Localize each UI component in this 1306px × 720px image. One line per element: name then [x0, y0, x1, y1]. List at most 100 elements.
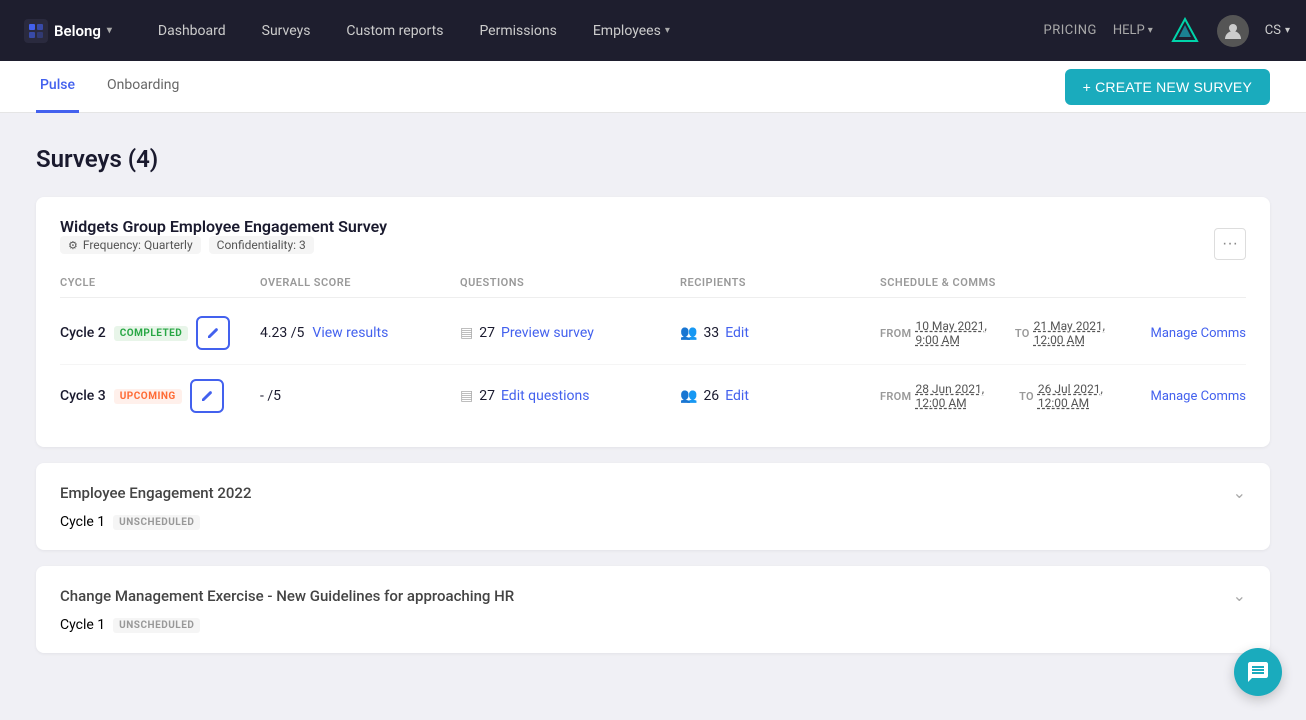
cycle-name-1: Cycle 2: [60, 325, 106, 341]
employees-chevron: ▾: [665, 25, 670, 36]
recipients-count-1: 33: [703, 325, 719, 341]
nav-pricing[interactable]: PRICING: [1044, 23, 1097, 38]
nav-dashboard[interactable]: Dashboard: [140, 0, 244, 61]
status-badge: UNSCHEDULED: [113, 618, 200, 633]
to-label-2: TO: [1019, 390, 1034, 403]
subtabs-left: Pulse Onboarding: [36, 61, 207, 113]
questions-icon-1: ▤: [460, 325, 473, 341]
questions-icon-2: ▤: [460, 388, 473, 404]
confidentiality-badge: Confidentiality: 3: [209, 236, 314, 254]
cycle-edit-button-2[interactable]: [190, 379, 224, 413]
page-title: Surveys (4): [36, 145, 1270, 173]
edit-questions-link[interactable]: Edit questions: [501, 388, 589, 404]
collapsed-cycle-label-3: Cycle 1: [60, 617, 105, 633]
to-label-1: TO: [1015, 327, 1030, 340]
brand-logo[interactable]: Belong ▾: [16, 19, 120, 43]
score-cell-2: - /5: [260, 388, 460, 404]
brand-chevron: ▾: [107, 25, 112, 36]
col-overall-score: OVERALL SCORE: [260, 276, 460, 289]
gear-icon: ⚙: [68, 239, 78, 252]
table-row: Cycle 2 COMPLETED 4.23 /5 View results ▤…: [60, 302, 1246, 365]
tab-onboarding[interactable]: Onboarding: [103, 61, 183, 113]
to-date-1[interactable]: 21 May 2021, 12:00 AM: [1034, 319, 1135, 347]
nav-logo-icon: [1169, 15, 1201, 47]
recipients-cell-1: 👥 33 Edit: [680, 325, 880, 341]
frequency-badge: ⚙ Frequency: Quarterly: [60, 236, 201, 254]
survey-card-1: Widgets Group Employee Engagement Survey…: [36, 197, 1270, 447]
main-content: Surveys (4) Widgets Group Employee Engag…: [0, 113, 1306, 701]
score-value-1: 4.23 /5: [260, 325, 304, 341]
survey-name-1: Widgets Group Employee Engagement Survey…: [60, 217, 387, 270]
collapsed-cycle-label-2: Cycle 1: [60, 514, 105, 530]
create-survey-button[interactable]: + CREATE NEW SURVEY: [1065, 69, 1270, 105]
cycle-cell-2: Cycle 3 UPCOMING: [60, 379, 260, 413]
recipients-count-2: 26: [703, 388, 719, 404]
navbar: Belong ▾ Dashboard Surveys Custom report…: [0, 0, 1306, 61]
questions-count-2: 27: [479, 388, 495, 404]
view-results-link[interactable]: View results: [312, 325, 388, 341]
status-badge: UPCOMING: [114, 389, 182, 404]
status-badge: COMPLETED: [114, 326, 189, 341]
preview-survey-link[interactable]: Preview survey: [501, 325, 594, 341]
survey-meta-1: ⚙ Frequency: Quarterly Confidentiality: …: [60, 236, 387, 254]
from-label-2: FROM: [880, 390, 911, 403]
brand-name: Belong: [54, 22, 101, 40]
collapsed-cycle-2: Cycle 1 UNSCHEDULED: [60, 514, 1246, 530]
questions-cell-1: ▤ 27 Preview survey: [460, 325, 680, 341]
frequency-text: Frequency: Quarterly: [83, 238, 193, 252]
nav-employees[interactable]: Employees ▾: [575, 0, 688, 61]
recipients-edit-link-2[interactable]: Edit: [725, 388, 749, 404]
survey-title-1: Widgets Group Employee Engagement Survey: [60, 217, 387, 236]
recipients-edit-link-1[interactable]: Edit: [725, 325, 749, 341]
col-schedule: SCHEDULE & COMMS: [880, 276, 1246, 289]
brand-icon: [24, 19, 48, 43]
nav-surveys[interactable]: Surveys: [244, 0, 329, 61]
cycle-cell-1: Cycle 2 COMPLETED: [60, 316, 260, 350]
survey-options-button[interactable]: ···: [1214, 228, 1246, 260]
nav-right: PRICING HELP ▾ CS ▾: [1044, 15, 1291, 47]
confidentiality-text: Confidentiality: 3: [217, 238, 306, 252]
questions-cell-2: ▤ 27 Edit questions: [460, 388, 680, 404]
chat-button[interactable]: [1234, 648, 1282, 696]
cycle-name-2: Cycle 3: [60, 388, 106, 404]
user-menu[interactable]: CS ▾: [1265, 23, 1290, 38]
collapsed-header-3: Change Management Exercise - New Guideli…: [60, 586, 1246, 605]
nav-help[interactable]: HELP ▾: [1113, 23, 1153, 38]
survey-card-2: Employee Engagement 2022 ⌄ Cycle 1 UNSCH…: [36, 463, 1270, 550]
recipients-icon-1: 👥: [680, 325, 697, 341]
col-cycle: CYCLE: [60, 276, 260, 289]
collapsed-cycle-3: Cycle 1 UNSCHEDULED: [60, 617, 1246, 633]
to-date-2[interactable]: 26 Jul 2021, 12:00 AM: [1038, 382, 1135, 410]
schedule-cell-1: FROM 10 May 2021, 9:00 AM TO 21 May 2021…: [880, 319, 1246, 347]
nav-custom-reports[interactable]: Custom reports: [328, 0, 461, 61]
from-date-1[interactable]: 10 May 2021, 9:00 AM: [915, 319, 1010, 347]
schedule-cell-2: FROM 28 Jun 2021, 12:00 AM TO 26 Jul 202…: [880, 382, 1246, 410]
score-value-2: - /5: [260, 388, 281, 404]
survey-table-header: CYCLE OVERALL SCORE QUESTIONS RECIPIENTS…: [60, 276, 1246, 298]
questions-count-1: 27: [479, 325, 495, 341]
manage-comms-link-2[interactable]: Manage Comms: [1151, 389, 1246, 404]
cycle-edit-button-1[interactable]: [196, 316, 230, 350]
collapsed-header-2: Employee Engagement 2022 ⌄: [60, 483, 1246, 502]
from-date-2[interactable]: 28 Jun 2021, 12:00 AM: [915, 382, 1015, 410]
col-recipients: RECIPIENTS: [680, 276, 880, 289]
from-label-1: FROM: [880, 327, 911, 340]
status-badge: UNSCHEDULED: [113, 515, 200, 530]
recipients-icon-2: 👥: [680, 388, 697, 404]
survey-header-1: Widgets Group Employee Engagement Survey…: [60, 217, 1246, 270]
manage-comms-link-1[interactable]: Manage Comms: [1151, 326, 1246, 341]
subtabs-bar: Pulse Onboarding + CREATE NEW SURVEY: [0, 61, 1306, 113]
col-questions: QUESTIONS: [460, 276, 680, 289]
chevron-down-icon[interactable]: ⌄: [1233, 586, 1246, 605]
score-cell-1: 4.23 /5 View results: [260, 325, 460, 341]
nav-permissions[interactable]: Permissions: [461, 0, 574, 61]
nav-links: Dashboard Surveys Custom reports Permiss…: [140, 0, 1036, 61]
recipients-cell-2: 👥 26 Edit: [680, 388, 880, 404]
collapsed-survey-name-2: Employee Engagement 2022: [60, 484, 251, 502]
collapsed-survey-name-3: Change Management Exercise - New Guideli…: [60, 587, 514, 605]
tab-pulse[interactable]: Pulse: [36, 61, 79, 113]
chevron-down-icon[interactable]: ⌄: [1233, 483, 1246, 502]
avatar: [1217, 15, 1249, 47]
survey-card-3: Change Management Exercise - New Guideli…: [36, 566, 1270, 653]
table-row: Cycle 3 UPCOMING - /5 ▤ 27 Edit question…: [60, 365, 1246, 427]
